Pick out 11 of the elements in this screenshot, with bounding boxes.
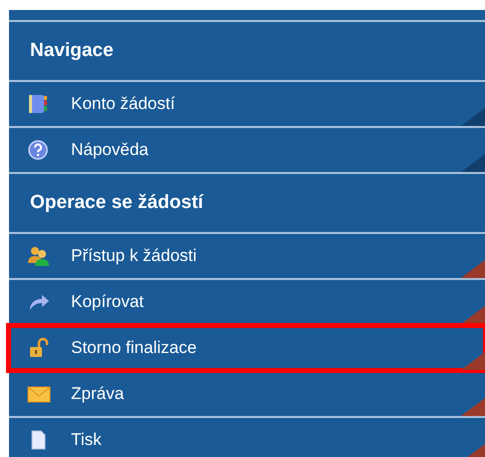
section-heading: Operace se žádostí <box>30 190 204 215</box>
menu-item[interactable]: Přístup k žádosti <box>9 234 485 278</box>
menu-item[interactable]: Tisk <box>9 418 485 457</box>
menu-item[interactable]: Zpráva <box>9 372 485 416</box>
users-icon <box>27 245 51 267</box>
menu-item[interactable]: Storno finalizace <box>9 326 485 370</box>
menu-item[interactable]: Nápověda <box>9 128 485 172</box>
padlock-icon <box>27 337 51 359</box>
menu-item[interactable]: Kopírovat <box>9 280 485 324</box>
menu-item[interactable]: Konto žádostí <box>9 82 485 126</box>
section-heading: Navigace <box>30 38 114 63</box>
